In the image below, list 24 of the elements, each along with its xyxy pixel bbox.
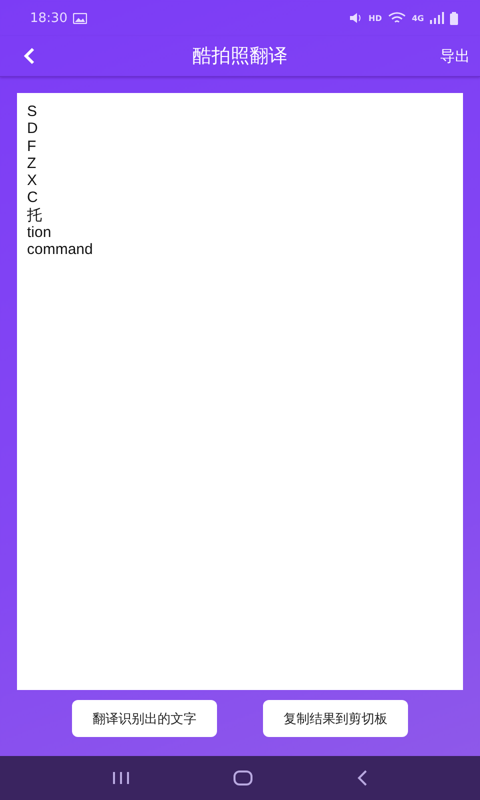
- hd-label: HD: [368, 14, 382, 22]
- battery-icon: [450, 12, 458, 24]
- export-button[interactable]: 导出: [440, 42, 470, 70]
- result-text-line: Z: [27, 154, 36, 172]
- result-text-line: D: [27, 120, 38, 138]
- chevron-left-icon: [22, 47, 36, 65]
- result-text-line: 托: [27, 206, 42, 224]
- recent-apps-icon[interactable]: [112, 771, 130, 785]
- action-button[interactable]: 复制结果到剪切板: [263, 700, 408, 737]
- result-text-line: command: [27, 241, 93, 259]
- status-time: 18:30: [30, 10, 68, 26]
- wifi-icon: [388, 12, 406, 24]
- signal-icon: [430, 12, 444, 24]
- page-title: 酷拍照翻译: [192, 44, 288, 69]
- home-icon[interactable]: [232, 770, 253, 786]
- result-text-line: F: [27, 138, 36, 155]
- image-icon: [73, 12, 88, 24]
- action-button[interactable]: 翻译识别出的文字: [72, 700, 217, 737]
- result-text-line: S: [27, 103, 38, 120]
- back-icon[interactable]: [356, 770, 368, 786]
- result-text-line: X: [27, 172, 38, 190]
- result-text-line: tion: [27, 224, 52, 242]
- result-text-line: C: [27, 189, 38, 207]
- network-label: 4G: [412, 14, 424, 22]
